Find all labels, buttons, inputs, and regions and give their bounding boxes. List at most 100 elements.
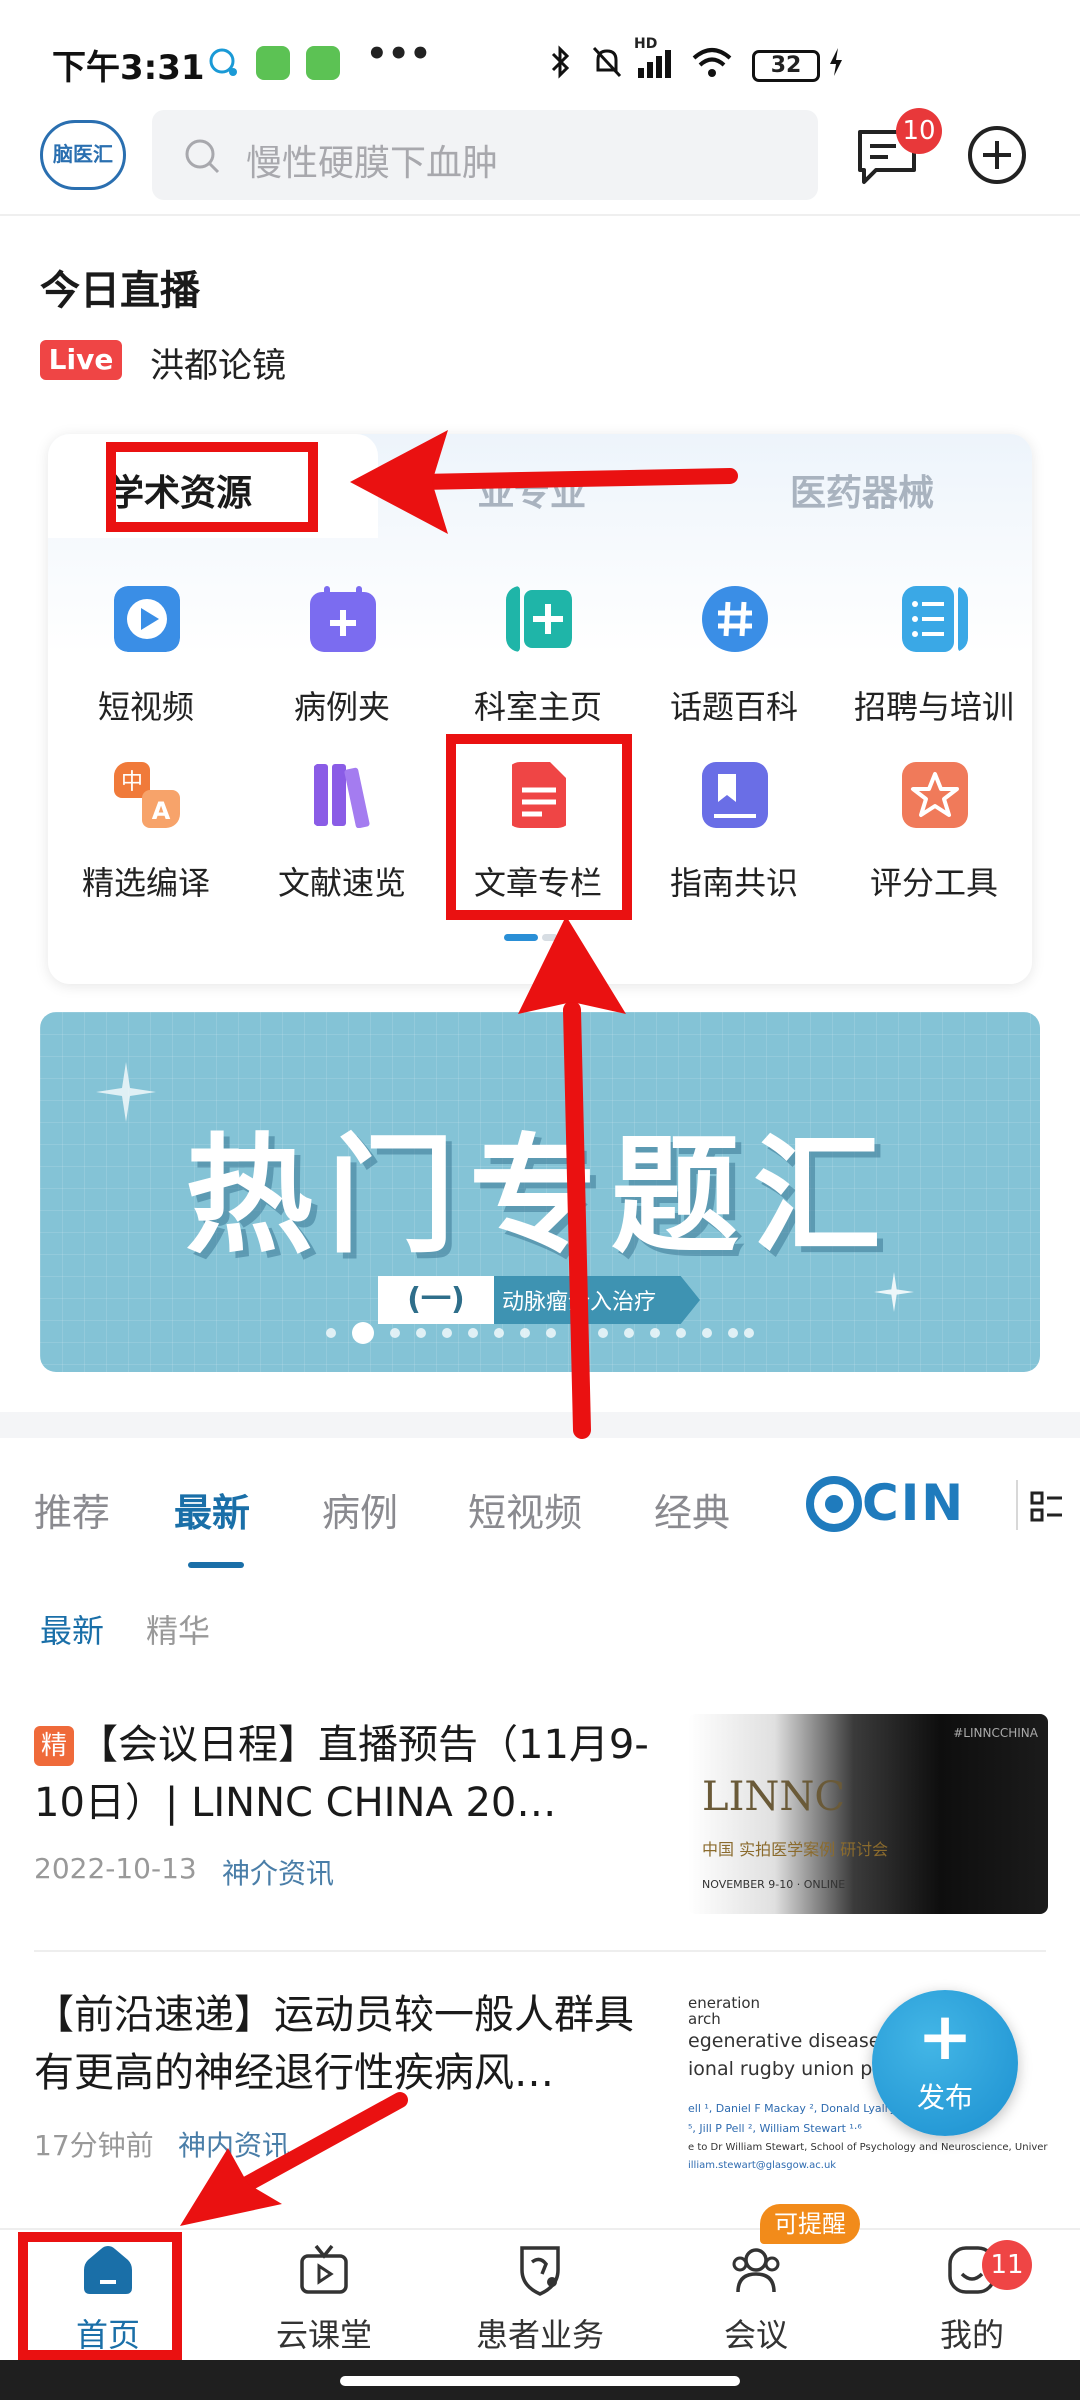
thumb-text: illiam.stewart@glasgow.ac.uk [688, 2160, 837, 2171]
banner-title: 热门专题汇 [184, 1121, 895, 1271]
nav-meeting[interactable]: 会议 [648, 2240, 864, 2354]
grid-item-short-video[interactable]: 短视频 [48, 586, 244, 746]
chat-bubble-icon [209, 48, 237, 76]
search-placeholder: 慢性硬膜下血肿 [246, 143, 499, 184]
guide-book-icon [702, 762, 768, 828]
tab-pharma-devices[interactable]: 医药器械 [790, 464, 934, 516]
grid-item-label: 话题百科 [669, 688, 798, 726]
thumb-text: ⁵, Jill P Pell ², William Stewart ¹·⁶ [688, 2122, 862, 2135]
banner-dot [650, 1328, 660, 1338]
status-bar: 下午3:31 ••• HD 32 [0, 0, 1080, 120]
grid-item-label: 评分工具 [869, 864, 998, 902]
department-icon [506, 586, 572, 652]
battery-level: 32 [770, 53, 802, 78]
plus-icon: + [917, 1998, 973, 2075]
article-title[interactable]: 【前沿速递】运动员较一般人群具有更高的神经退行性疾病风… [34, 1986, 654, 2102]
thumb-subtitle: 中国 实拍医学案例 研讨会 [702, 1840, 889, 1859]
cin-brand-tab[interactable]: CIN [862, 1474, 965, 1532]
patient-shield-icon [520, 2246, 560, 2296]
feed-tab-cases[interactable]: 病例 [322, 1482, 398, 1537]
nav-label: 患者业务 [475, 2316, 604, 2354]
banner-dot [676, 1328, 686, 1338]
grid-item-scoring-tools[interactable]: 评分工具 [836, 762, 1032, 922]
live-item[interactable]: 洪都论镜 [150, 338, 286, 387]
grid-item-literature-overview[interactable]: 文献速览 [244, 762, 440, 922]
banner-dot [624, 1328, 634, 1338]
publish-label: 发布 [916, 2081, 973, 2114]
feed-tab-recommend[interactable]: 推荐 [34, 1482, 110, 1537]
pager-active [504, 934, 538, 941]
gesture-bar [0, 2360, 1080, 2400]
annotation-box-home [18, 2232, 182, 2360]
grid-item-label: 招聘与培训 [853, 688, 1014, 726]
annotation-box-academic [106, 442, 318, 532]
thumb-text: arch [688, 2010, 721, 2028]
books-icon [314, 764, 370, 828]
feed-tab-classic[interactable]: 经典 [654, 1482, 730, 1537]
article-source[interactable]: 神内资讯 [178, 2124, 290, 2164]
grid-item-selected-translation[interactable]: 中A 精选编译 [48, 762, 244, 922]
more-notifications-icon: ••• [366, 34, 432, 74]
app-logo[interactable]: 脑医汇 [40, 120, 126, 190]
banner-subtitle: 动脉瘤介入治疗 [502, 1290, 657, 1315]
charging-icon [830, 48, 842, 76]
grid-item-label: 精选编译 [81, 864, 210, 902]
grid-item-label: 短视频 [97, 688, 194, 726]
cin-logo-icon[interactable] [806, 1474, 862, 1534]
banner-number: (一) [378, 1276, 494, 1324]
grid-item-topic-wiki[interactable]: 话题百科 [636, 586, 832, 746]
sub-tab-featured[interactable]: 精华 [146, 1606, 210, 1652]
search-icon [185, 139, 220, 174]
banner-dot [416, 1328, 426, 1338]
home-indicator[interactable] [340, 2376, 740, 2386]
hashtag-icon [702, 586, 768, 652]
signal-icon [638, 50, 671, 78]
thumb-brand: LINNC [702, 1774, 845, 1820]
status-time: 下午3:31 [52, 48, 205, 88]
grid-item-case-folder[interactable]: 病例夹 [244, 586, 440, 746]
case-folder-icon [310, 586, 376, 652]
thumb-text: e to Dr William Stewart, School of Psych… [688, 2142, 1048, 2153]
banner-dot [390, 1328, 400, 1338]
search-bar[interactable]: 慢性硬膜下血肿 [152, 110, 818, 200]
thumb-hashtag: #LINNCCHINA [953, 1726, 1038, 1740]
translate-icon: 中A [114, 762, 180, 828]
feed-tab-short-video[interactable]: 短视频 [468, 1482, 582, 1537]
sparkle-icon [874, 1272, 914, 1312]
article-thumbnail[interactable]: #LINNCCHINA LINNC 中国 实拍医学案例 研讨会 NOVEMBER… [688, 1714, 1048, 1914]
grid-item-label: 病例夹 [293, 688, 390, 726]
grid-item-label: 文献速览 [277, 864, 406, 902]
bluetooth-icon [551, 45, 570, 79]
article-source[interactable]: 神介资讯 [222, 1852, 334, 1892]
article-title-text: 【前沿速递】运动员较一般人群具有更高的神经退行性疾病风… [34, 1992, 634, 2096]
article-date: 2022-10-13 [34, 1852, 197, 1885]
article-title[interactable]: 精【会议日程】直播预告（11月9-10日）| LINNC CHINA 20… [34, 1716, 654, 1832]
nav-cloud-class[interactable]: 云课堂 [216, 2240, 432, 2354]
grid-item-recruitment-training[interactable]: 招聘与培训 [836, 586, 1032, 746]
grid-item-label: 科室主页 [473, 688, 602, 726]
grid-item-department-home[interactable]: 科室主页 [440, 586, 636, 746]
message-badge: 10 [896, 108, 942, 154]
feed-tab-latest[interactable]: 最新 [174, 1482, 250, 1537]
tab-separator [1016, 1480, 1018, 1530]
header-divider [0, 214, 1080, 216]
thumb-text: ional rugby union pla [688, 2058, 890, 2080]
pager-dot [542, 934, 558, 941]
featured-badge: 精 [34, 1726, 74, 1766]
tab-subspecialty[interactable]: 亚专业 [478, 464, 586, 516]
sub-tab-latest[interactable]: 最新 [40, 1606, 104, 1652]
banner-dot-active [352, 1322, 374, 1344]
add-button[interactable] [966, 124, 1028, 186]
nav-me[interactable]: 我的 [864, 2240, 1080, 2354]
star-tool-icon [902, 762, 968, 828]
channel-menu-icon[interactable] [1030, 1490, 1064, 1524]
annotation-box-article-column [446, 734, 632, 920]
nav-label: 会议 [723, 2316, 788, 2354]
svg-text:A: A [152, 797, 171, 825]
grid-item-guidelines[interactable]: 指南共识 [636, 762, 832, 922]
nav-patient-business[interactable]: 患者业务 [432, 2240, 648, 2354]
grid-item-label: 指南共识 [669, 864, 798, 902]
banner-dot [546, 1328, 556, 1338]
recruit-list-icon [902, 586, 968, 652]
publish-button[interactable]: + 发布 [872, 1990, 1018, 2136]
